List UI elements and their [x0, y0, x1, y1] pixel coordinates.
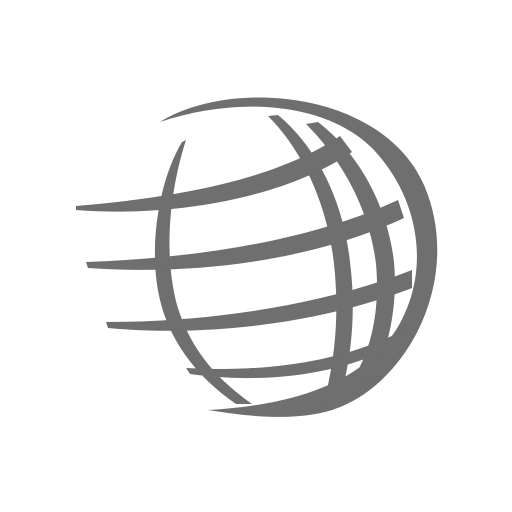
icon-canvas — [0, 0, 512, 512]
globe-meridian-left — [154, 140, 252, 404]
globe-latitude-3 — [106, 270, 412, 331]
speeding-globe-icon — [0, 0, 512, 512]
globe-latitude-1 — [76, 136, 352, 212]
globe-shape — [76, 97, 438, 417]
